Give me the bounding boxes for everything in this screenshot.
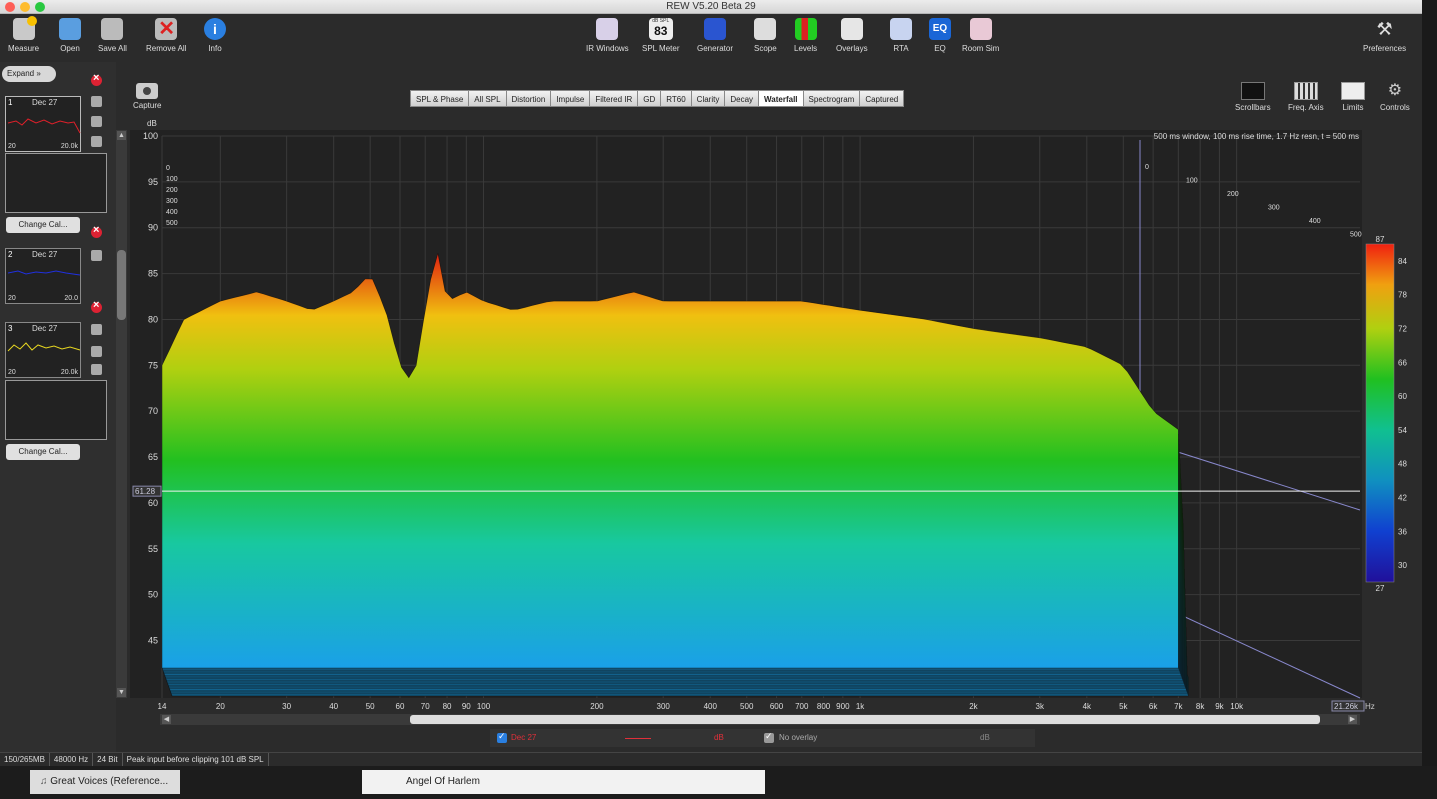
dock-item-2[interactable]: Angel Of Harlem — [362, 770, 765, 794]
x-axis-ticks: 14 20 30 40 50 60 70 80 90 100 200 300 400 500 600 700 8… — [158, 702, 1245, 711]
x-tick-label: 50 — [366, 702, 375, 711]
x-tick-label: 800 — [817, 702, 831, 711]
colorbar-tick-label: 30 — [1398, 561, 1407, 570]
time-tick-label-left: 300 — [166, 198, 178, 205]
legend-series-unit: dB — [714, 733, 724, 742]
y-tick-label: 85 — [148, 269, 158, 279]
x-tick-label: 70 — [421, 702, 430, 711]
colorbar-tick-label: 72 — [1398, 325, 1407, 334]
y-tick-label: 65 — [148, 452, 158, 462]
y-tick-label: 90 — [148, 223, 158, 233]
peak-input-status: Peak input before clipping 101 dB SPL — [123, 753, 269, 766]
colorbar: 87 84 78 72 66 60 54 48 42 36 30 27 — [1365, 235, 1407, 593]
x-tick-label: 60 — [396, 702, 405, 711]
x-tick-label: 600 — [770, 702, 784, 711]
time-tick-label-left: 500 — [166, 220, 178, 227]
bit-depth-status: 24 Bit — [93, 753, 123, 766]
x-end-value: 21.26k — [1334, 702, 1359, 711]
y-tick-label: 70 — [148, 406, 158, 416]
x-tick-label: 14 — [158, 702, 167, 711]
x-tick-label: 500 — [740, 702, 754, 711]
colorbar-tick-label: 87 — [1376, 235, 1385, 244]
waterfall-chart[interactable]: 45 50 55 60 65 70 75 80 85 90 95 100 14 20 30 40 50 60 70… — [0, 0, 1422, 730]
y-tick-label: 50 — [148, 590, 158, 600]
x-tick-label: 200 — [590, 702, 604, 711]
time-tick-label-left: 200 — [166, 187, 178, 194]
x-tick-label: 40 — [329, 702, 338, 711]
colorbar-tick-label: 84 — [1398, 257, 1407, 266]
dock-item-1[interactable]: ♫ Great Voices (Reference... — [30, 770, 180, 794]
time-tick-label-right: 200 — [1227, 191, 1239, 198]
x-tick-label: 5k — [1119, 702, 1128, 711]
legend-series-line — [625, 738, 651, 739]
memory-status: 150/265MB — [0, 753, 50, 766]
time-tick-label-right: 0 — [1145, 164, 1149, 171]
x-unit-label: Hz — [1365, 702, 1375, 711]
time-tick-label-left: 400 — [166, 209, 178, 216]
colorbar-tick-label: 42 — [1398, 494, 1407, 503]
time-tick-label-left: 0 — [166, 165, 170, 172]
horizontal-scroll-thumb[interactable] — [410, 715, 1320, 724]
cursor-value: 61.28 — [135, 487, 156, 496]
y-tick-label: 60 — [148, 498, 158, 508]
colorbar-tick-label: 27 — [1376, 584, 1385, 593]
y-tick-label: 100 — [143, 131, 158, 141]
x-tick-label: 700 — [795, 702, 809, 711]
legend-overlay-unit: dB — [980, 733, 990, 742]
colorbar-tick-label: 54 — [1398, 426, 1407, 435]
colorbar-tick-label: 60 — [1398, 392, 1407, 401]
colorbar-tick-label: 36 — [1398, 527, 1407, 536]
legend-series-name: Dec 27 — [511, 733, 537, 742]
x-tick-label: 1k — [856, 702, 865, 711]
y-axis-label: dB — [147, 119, 157, 128]
rew-window: REW V5.20 Beta 29 Measure Open Save All … — [0, 0, 1422, 766]
x-tick-label: 6k — [1149, 702, 1158, 711]
dock-item-label: Angel Of Harlem — [406, 776, 480, 787]
x-tick-label: 80 — [443, 702, 452, 711]
music-note-icon: ♫ — [40, 776, 51, 787]
horizontal-scrollbar[interactable]: ◀ ▶ — [160, 714, 1360, 725]
x-tick-label: 8k — [1196, 702, 1205, 711]
y-tick-label: 45 — [148, 635, 158, 645]
scroll-left-icon[interactable]: ◀ — [162, 715, 171, 724]
time-tick-label-left: 100 — [166, 176, 178, 183]
y-tick-label: 75 — [148, 360, 158, 370]
status-bar: 150/265MB 48000 Hz 24 Bit Peak input bef… — [0, 752, 1422, 766]
y-tick-label: 95 — [148, 177, 158, 187]
y-tick-label: 55 — [148, 544, 158, 554]
scroll-right-icon[interactable]: ▶ — [1348, 715, 1357, 724]
x-tick-label: 4k — [1083, 702, 1092, 711]
x-tick-label: 7k — [1174, 702, 1183, 711]
overlay-checkbox[interactable]: ✓ — [764, 731, 774, 743]
graph-legend: ✓ Dec 27 dB ✓ No overlay dB — [490, 729, 1035, 747]
x-tick-label: 100 — [477, 702, 491, 711]
colorbar-tick-label: 78 — [1398, 291, 1407, 300]
dock-item-label: Great Voices (Reference... — [50, 776, 169, 787]
x-tick-label: 90 — [462, 702, 471, 711]
x-tick-label: 9k — [1215, 702, 1224, 711]
x-tick-label: 20 — [216, 702, 225, 711]
x-tick-label: 3k — [1036, 702, 1045, 711]
time-tick-label-right: 100 — [1186, 178, 1198, 185]
x-tick-label: 10k — [1230, 702, 1244, 711]
legend-overlay-label: No overlay — [779, 733, 818, 742]
taskbar: ♫ Great Voices (Reference... Angel Of Ha… — [0, 766, 1437, 799]
x-tick-label: 900 — [836, 702, 850, 711]
x-tick-label: 30 — [282, 702, 291, 711]
time-tick-label-right: 300 — [1268, 205, 1280, 212]
time-tick-label-right: 400 — [1309, 218, 1321, 225]
x-tick-label: 300 — [657, 702, 671, 711]
series-checkbox[interactable]: ✓ — [497, 731, 507, 743]
colorbar-tick-label: 66 — [1398, 358, 1407, 367]
x-tick-label: 400 — [704, 702, 718, 711]
sample-rate-status: 48000 Hz — [50, 753, 94, 766]
y-tick-label: 80 — [148, 314, 158, 324]
colorbar-tick-label: 48 — [1398, 460, 1407, 469]
x-tick-label: 2k — [969, 702, 978, 711]
colorbar-gradient — [1365, 243, 1395, 583]
time-tick-label-right: 500 — [1350, 232, 1362, 239]
waterfall-info-text: 500 ms window, 100 ms rise time, 1.7 Hz … — [1154, 132, 1359, 141]
